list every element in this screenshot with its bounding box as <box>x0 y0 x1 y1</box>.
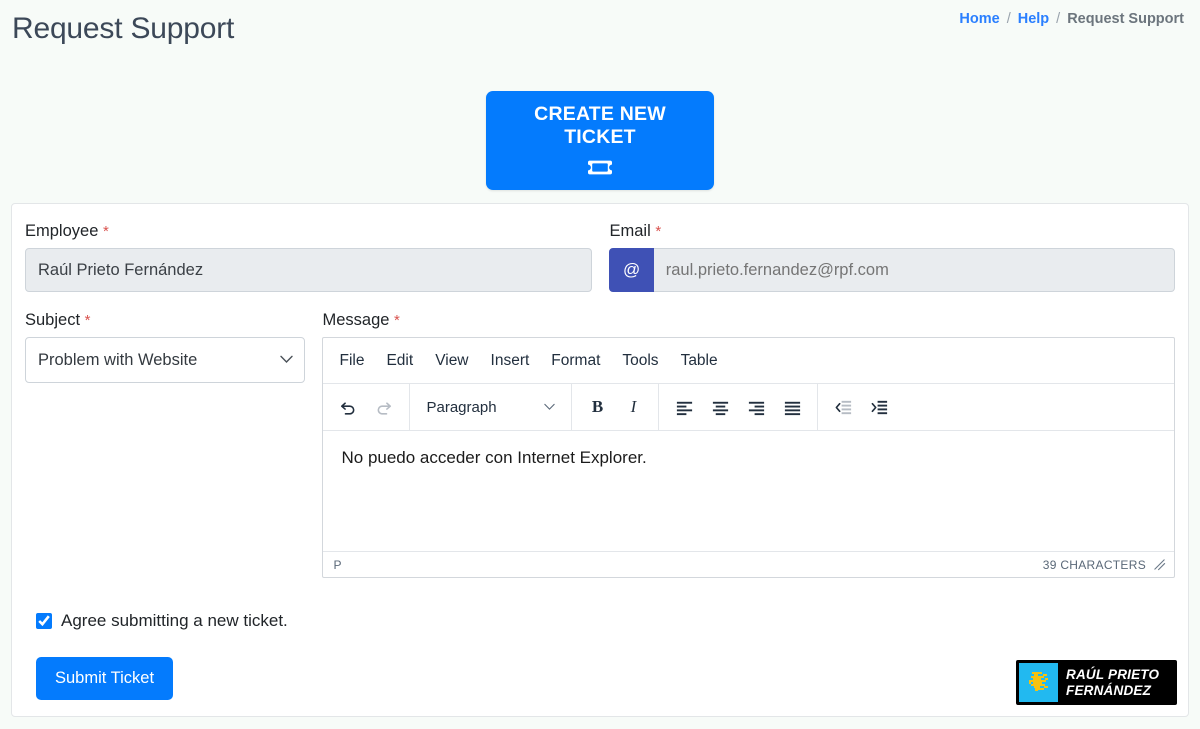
align-justify-icon[interactable] <box>775 390 809 424</box>
breadcrumb-item-help[interactable]: Help <box>1018 11 1049 27</box>
create-ticket-wrapper: CREATE NEW TICKET <box>0 91 1200 190</box>
rich-text-editor: File Edit View Insert Format Tools Table <box>322 337 1175 578</box>
toolbar-group-indent <box>818 384 904 430</box>
menu-table[interactable]: Table <box>670 347 729 375</box>
toolbar-group-history <box>323 384 410 430</box>
toolbar-group-styles: B I <box>572 384 659 430</box>
chevron-down-icon <box>544 403 555 411</box>
email-input-group: @ <box>609 248 1175 292</box>
breadcrumb-separator: / <box>1056 11 1060 27</box>
subject-label-text: Subject <box>25 311 80 329</box>
subject-field-group: Subject * Problem with Website <box>25 311 310 578</box>
editor-content-area[interactable]: No puedo acceder con Internet Explorer. <box>323 431 1174 551</box>
menu-insert[interactable]: Insert <box>480 347 541 375</box>
redo-icon[interactable] <box>367 390 401 424</box>
employee-label: Employee * <box>25 222 592 241</box>
required-asterisk: * <box>655 223 661 240</box>
message-label: Message * <box>322 311 1175 330</box>
email-field-group: Email * @ <box>609 222 1175 292</box>
editor-toolbar: Paragraph B I <box>323 384 1174 431</box>
request-support-card: Employee * Email * @ Subject * <box>11 203 1189 717</box>
message-label-text: Message <box>322 311 389 329</box>
form-row-identity: Employee * Email * @ <box>25 222 1175 292</box>
breadcrumb-item-current: Request Support <box>1067 11 1184 27</box>
subject-select[interactable]: Problem with Website <box>25 337 305 383</box>
toolbar-group-alignment <box>659 384 818 430</box>
toolbar-group-format-select: Paragraph <box>410 384 572 430</box>
message-field-group: Message * File Edit View Insert Format T… <box>322 311 1175 578</box>
paragraph-format-label: Paragraph <box>426 399 496 416</box>
align-left-icon[interactable] <box>667 390 701 424</box>
email-input[interactable] <box>654 248 1175 292</box>
brand-logo: RAÚL PRIETO FERNÁNDEZ <box>1016 660 1177 705</box>
employee-input[interactable] <box>25 248 592 292</box>
employee-label-text: Employee <box>25 222 98 240</box>
menu-file[interactable]: File <box>328 347 375 375</box>
paragraph-format-select[interactable]: Paragraph <box>418 390 563 424</box>
email-label: Email * <box>609 222 1175 241</box>
resize-handle-icon[interactable] <box>1153 558 1166 571</box>
email-label-text: Email <box>609 222 650 240</box>
menu-view[interactable]: View <box>424 347 479 375</box>
align-right-icon[interactable] <box>739 390 773 424</box>
brand-line-1: RAÚL PRIETO <box>1066 667 1159 682</box>
page-header: Request Support Home / Help / Request Su… <box>0 0 1200 66</box>
menu-edit[interactable]: Edit <box>375 347 424 375</box>
employee-field-group: Employee * <box>25 222 592 292</box>
brain-logo-icon <box>1019 663 1058 702</box>
editor-status-right: 39 CHARACTERS <box>1043 558 1166 572</box>
bold-icon: B <box>592 397 603 417</box>
undo-icon[interactable] <box>331 390 365 424</box>
character-count: 39 CHARACTERS <box>1043 558 1146 572</box>
required-asterisk: * <box>394 312 400 329</box>
editor-element-path: P <box>333 558 341 572</box>
bold-button[interactable]: B <box>580 390 614 424</box>
required-asterisk: * <box>103 223 109 240</box>
create-new-ticket-label: CREATE NEW TICKET <box>496 103 704 150</box>
menu-tools[interactable]: Tools <box>611 347 669 375</box>
page-title: Request Support <box>12 12 234 46</box>
align-center-icon[interactable] <box>703 390 737 424</box>
editor-paragraph: No puedo acceder con Internet Explorer. <box>341 448 1156 468</box>
required-asterisk: * <box>85 312 91 329</box>
editor-menubar: File Edit View Insert Format Tools Table <box>323 338 1174 384</box>
agree-label[interactable]: Agree submitting a new ticket. <box>61 611 288 631</box>
form-row-content: Subject * Problem with Website Message * <box>25 311 1175 578</box>
brand-line-2: FERNÁNDEZ <box>1066 683 1159 698</box>
subject-label: Subject * <box>25 311 310 330</box>
outdent-icon[interactable] <box>826 390 860 424</box>
agree-row: Agree submitting a new ticket. <box>36 611 288 631</box>
submit-ticket-button[interactable]: Submit Ticket <box>36 657 173 700</box>
italic-button[interactable]: I <box>616 390 650 424</box>
brand-text: RAÚL PRIETO FERNÁNDEZ <box>1058 667 1159 697</box>
menu-format[interactable]: Format <box>540 347 611 375</box>
editor-status-bar: P 39 CHARACTERS <box>323 551 1174 577</box>
create-new-ticket-button[interactable]: CREATE NEW TICKET <box>486 91 714 190</box>
breadcrumb-item-home[interactable]: Home <box>959 11 999 27</box>
breadcrumb-separator: / <box>1007 11 1011 27</box>
indent-icon[interactable] <box>862 390 896 424</box>
at-sign-icon: @ <box>609 248 653 292</box>
italic-icon: I <box>631 397 637 417</box>
agree-checkbox[interactable] <box>36 613 52 629</box>
breadcrumb: Home / Help / Request Support <box>959 11 1184 27</box>
subject-select-box: Problem with Website <box>25 337 305 383</box>
ticket-icon <box>588 160 612 175</box>
